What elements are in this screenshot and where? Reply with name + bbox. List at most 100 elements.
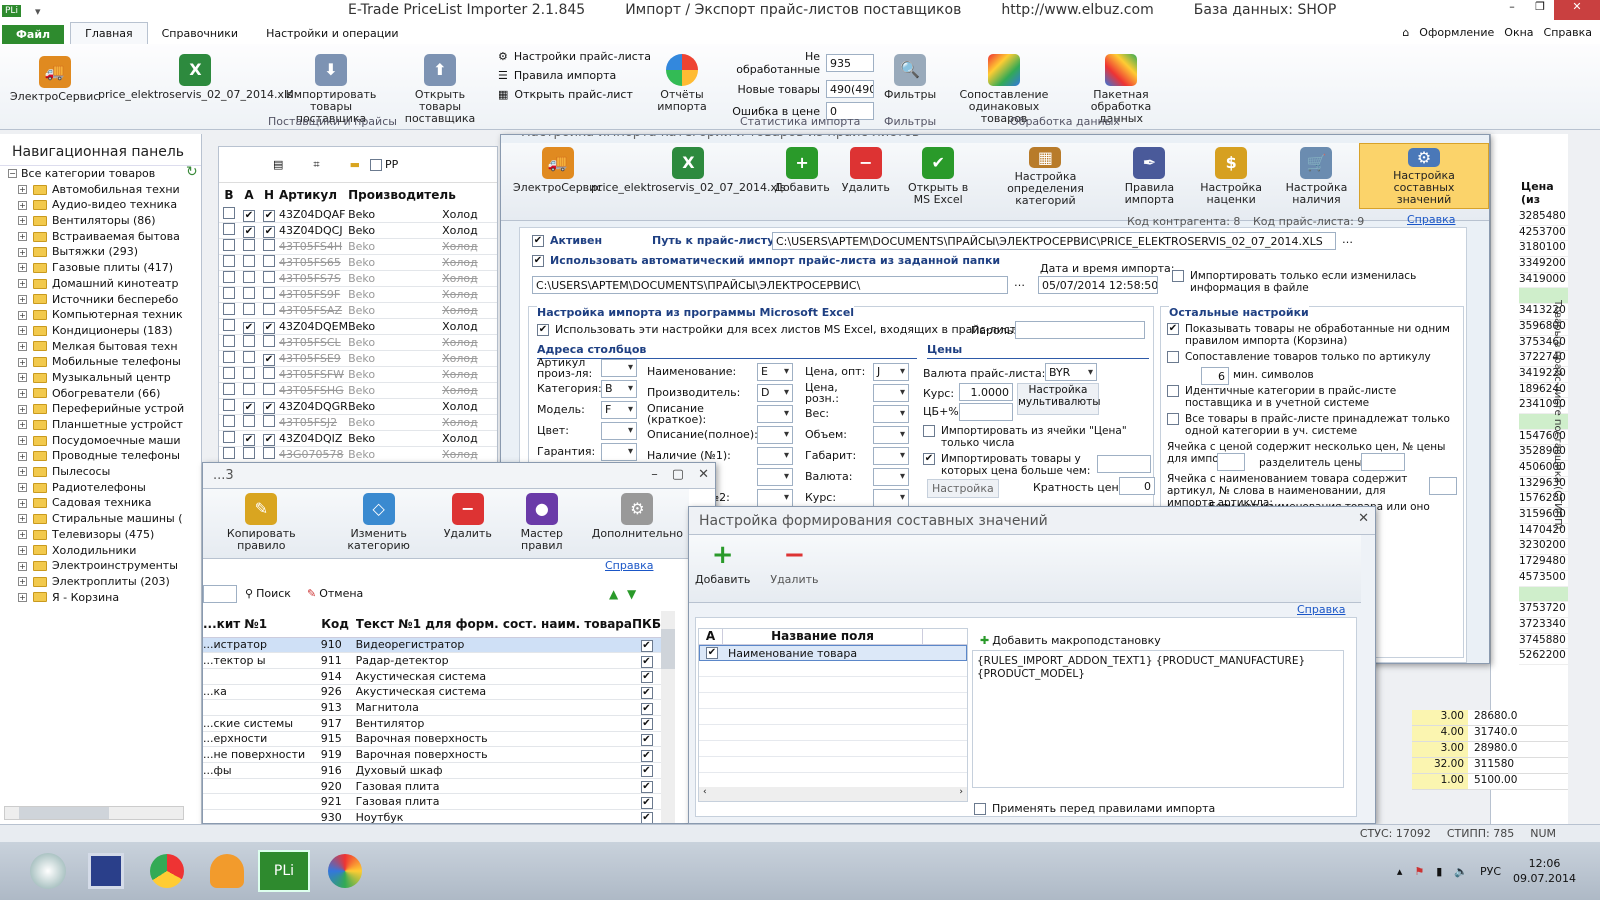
row-checkbox[interactable] <box>263 255 275 268</box>
row-checkbox[interactable] <box>223 399 235 412</box>
price-row[interactable]: 3.00 28680.0 <box>1412 710 1568 726</box>
path-field[interactable]: C:\USERS\АРТЕМ\DOCUMENTS\ПРАЙСЫ\ЭЛЕКТРОС… <box>772 232 1336 250</box>
row-checkbox[interactable] <box>263 383 275 396</box>
tree-item[interactable]: + Я - Корзина <box>8 590 201 606</box>
toolbar-button[interactable]: 🚚 ЭлектроСервис <box>507 143 608 209</box>
pricelist-app-icon[interactable]: PLi <box>258 850 310 892</box>
col-header[interactable]: А <box>699 629 723 644</box>
field-checkbox[interactable]: ✔ <box>706 647 718 659</box>
apply-before-checkbox[interactable] <box>974 802 986 815</box>
pkb-checkbox[interactable]: ✔ <box>640 671 653 684</box>
toolbar-button[interactable]: ▦ Настройка определения категорий <box>980 143 1110 209</box>
tree-item[interactable]: + Компьютерная техник <box>8 307 201 323</box>
close-icon[interactable]: ✕ <box>1358 511 1369 526</box>
row-checkbox[interactable] <box>243 447 255 460</box>
row-checkbox[interactable]: ✔ <box>243 321 255 334</box>
min-symbols-field[interactable]: 6 <box>1201 367 1229 385</box>
pkb-checkbox[interactable]: ✔ <box>640 718 653 731</box>
filters-button[interactable]: 🔍 Фильтры <box>878 50 942 103</box>
toolbar-button[interactable]: ✔ Открыть в MS Excel <box>896 143 981 209</box>
row-checkbox[interactable] <box>243 335 255 348</box>
column-select[interactable] <box>873 383 909 402</box>
pkb-checkbox[interactable]: ✔ <box>640 796 653 809</box>
file-tab[interactable]: Файл <box>2 25 65 44</box>
row-checkbox[interactable] <box>223 415 235 428</box>
tree-item[interactable]: + Холодильники <box>8 543 201 559</box>
table-row[interactable]: 920 Газовая плита ✔ <box>203 778 661 794</box>
password-field[interactable] <box>1015 321 1145 339</box>
row-checkbox[interactable] <box>223 335 235 348</box>
folder-browse-button[interactable]: … <box>1014 276 1025 289</box>
collapse-ribbon-icon[interactable]: ⌂ <box>1402 26 1409 39</box>
word-number-field[interactable] <box>1429 477 1457 495</box>
pkb-checkbox[interactable]: ✔ <box>640 812 653 823</box>
table-row[interactable]: 43T05FS7S Beko Холод <box>219 271 497 287</box>
toolbar-button[interactable]: $ Настройка наценки <box>1188 143 1274 209</box>
table-row[interactable]: ...тектор ы 911 Радар-детектор ✔ <box>203 653 661 669</box>
toolbar-button[interactable]: ✎ Копировать правило <box>203 489 320 554</box>
table-row[interactable]: ✔ 43T05FSE9 Beko Холод <box>219 351 497 367</box>
row-checkbox[interactable] <box>223 351 235 364</box>
row-checkbox[interactable] <box>223 223 235 236</box>
rules-vscroll[interactable] <box>661 611 675 823</box>
tree-item[interactable]: + Посудомоечные маши <box>8 433 201 449</box>
toolbar-button[interactable]: − Удалить <box>438 489 498 542</box>
tree-item[interactable]: + Встраиваемая бытова <box>8 229 201 245</box>
toolbar-button[interactable]: ✒ Правила импорта <box>1110 143 1188 209</box>
toolbar-button[interactable]: ⚙ Настройка составных значений <box>1359 143 1489 209</box>
table-row[interactable]: 43G070578 Beko Холод <box>219 447 497 463</box>
row-checkbox[interactable] <box>243 239 255 252</box>
table-row[interactable]: 913 Магнитола ✔ <box>203 700 661 716</box>
row-checkbox[interactable] <box>263 303 275 316</box>
save-app-icon[interactable] <box>88 853 124 889</box>
tree-item[interactable]: + Кондиционеры (183) <box>8 323 201 339</box>
column-select[interactable]: D <box>757 383 793 402</box>
move-down-icon[interactable]: ▼ <box>627 587 636 601</box>
import-reports-button[interactable]: Отчёты импорта <box>648 50 716 115</box>
tree-item[interactable]: + Обогреватели (66) <box>8 386 201 402</box>
add-macro-button[interactable]: ✚ Добавить макроподстановку <box>980 634 1161 647</box>
tray-arrow-icon[interactable]: ▴ <box>1397 865 1403 878</box>
minimize-icon[interactable]: – <box>651 467 658 482</box>
row-checkbox[interactable] <box>223 207 235 220</box>
nav-hscroll[interactable] <box>4 806 184 820</box>
tree-item[interactable]: + Мобильные телефоны <box>8 354 201 370</box>
table-row[interactable]: 914 Акустическая система ✔ <box>203 668 661 685</box>
tree-item[interactable]: + Стиральные машины ( <box>8 511 201 527</box>
folder-field[interactable]: C:\USERS\АРТЕМ\DOCUMENTS\ПРАЙСЫ\ЭЛЕКТРОС… <box>532 276 1008 294</box>
row-checkbox[interactable] <box>223 319 235 332</box>
toolbar-button[interactable]: 🛒 Настройка наличия <box>1274 143 1359 209</box>
price-row[interactable]: 3.00 28980.0 <box>1412 742 1568 758</box>
rr-checkbox[interactable]: РР <box>370 158 398 171</box>
identical-categories-checkbox[interactable] <box>1167 385 1179 397</box>
table-row[interactable]: 43T05FS4H Beko Холод <box>219 239 497 255</box>
currency-select[interactable]: BYR <box>1045 363 1097 381</box>
quick-access-icon[interactable]: ▾ <box>35 5 41 18</box>
butterfly-app-icon[interactable] <box>210 854 244 888</box>
close-icon[interactable]: ✕ <box>1554 0 1600 20</box>
setup-button[interactable]: Настройка <box>927 479 999 498</box>
tree-item[interactable]: + Телевизоры (475) <box>8 527 201 543</box>
col-header[interactable]: Производитель <box>348 183 497 207</box>
row-checkbox[interactable]: ✔ <box>263 401 275 414</box>
fields-hscroll[interactable]: ‹ › <box>699 787 967 801</box>
tree-item[interactable]: + Электроплиты (203) <box>8 574 201 590</box>
tree-item[interactable]: + Вентиляторы (86) <box>8 213 201 229</box>
tree-item[interactable]: + Автомобильная техни <box>8 182 201 198</box>
multiplicity-field[interactable]: 0 <box>1119 477 1155 495</box>
tray-battery-icon[interactable]: ▮ <box>1436 865 1442 878</box>
pkb-checkbox[interactable]: ✔ <box>640 686 653 699</box>
tree-item[interactable]: + Аудио-видео техника <box>8 197 201 213</box>
row-checkbox[interactable] <box>223 271 235 284</box>
start-icon[interactable] <box>30 853 66 889</box>
col-header[interactable]: А <box>239 183 259 207</box>
table-row[interactable]: ...ские системы 917 Вентилятор ✔ <box>203 715 661 732</box>
column-select[interactable] <box>757 467 793 486</box>
chrome-icon[interactable] <box>150 854 184 888</box>
tree-item[interactable]: + Источники бесперебо <box>8 292 201 308</box>
tray-lang[interactable]: РУС <box>1480 865 1501 878</box>
row-checkbox[interactable] <box>223 239 235 252</box>
toolbar-button[interactable]: Xprice_elektroservis_02_07_2014.xls <box>591 143 786 209</box>
supplier-button[interactable]: 🚚 ЭлектроСервис <box>4 52 105 105</box>
tree-item[interactable]: + Мелкая бытовая техн <box>8 339 201 355</box>
